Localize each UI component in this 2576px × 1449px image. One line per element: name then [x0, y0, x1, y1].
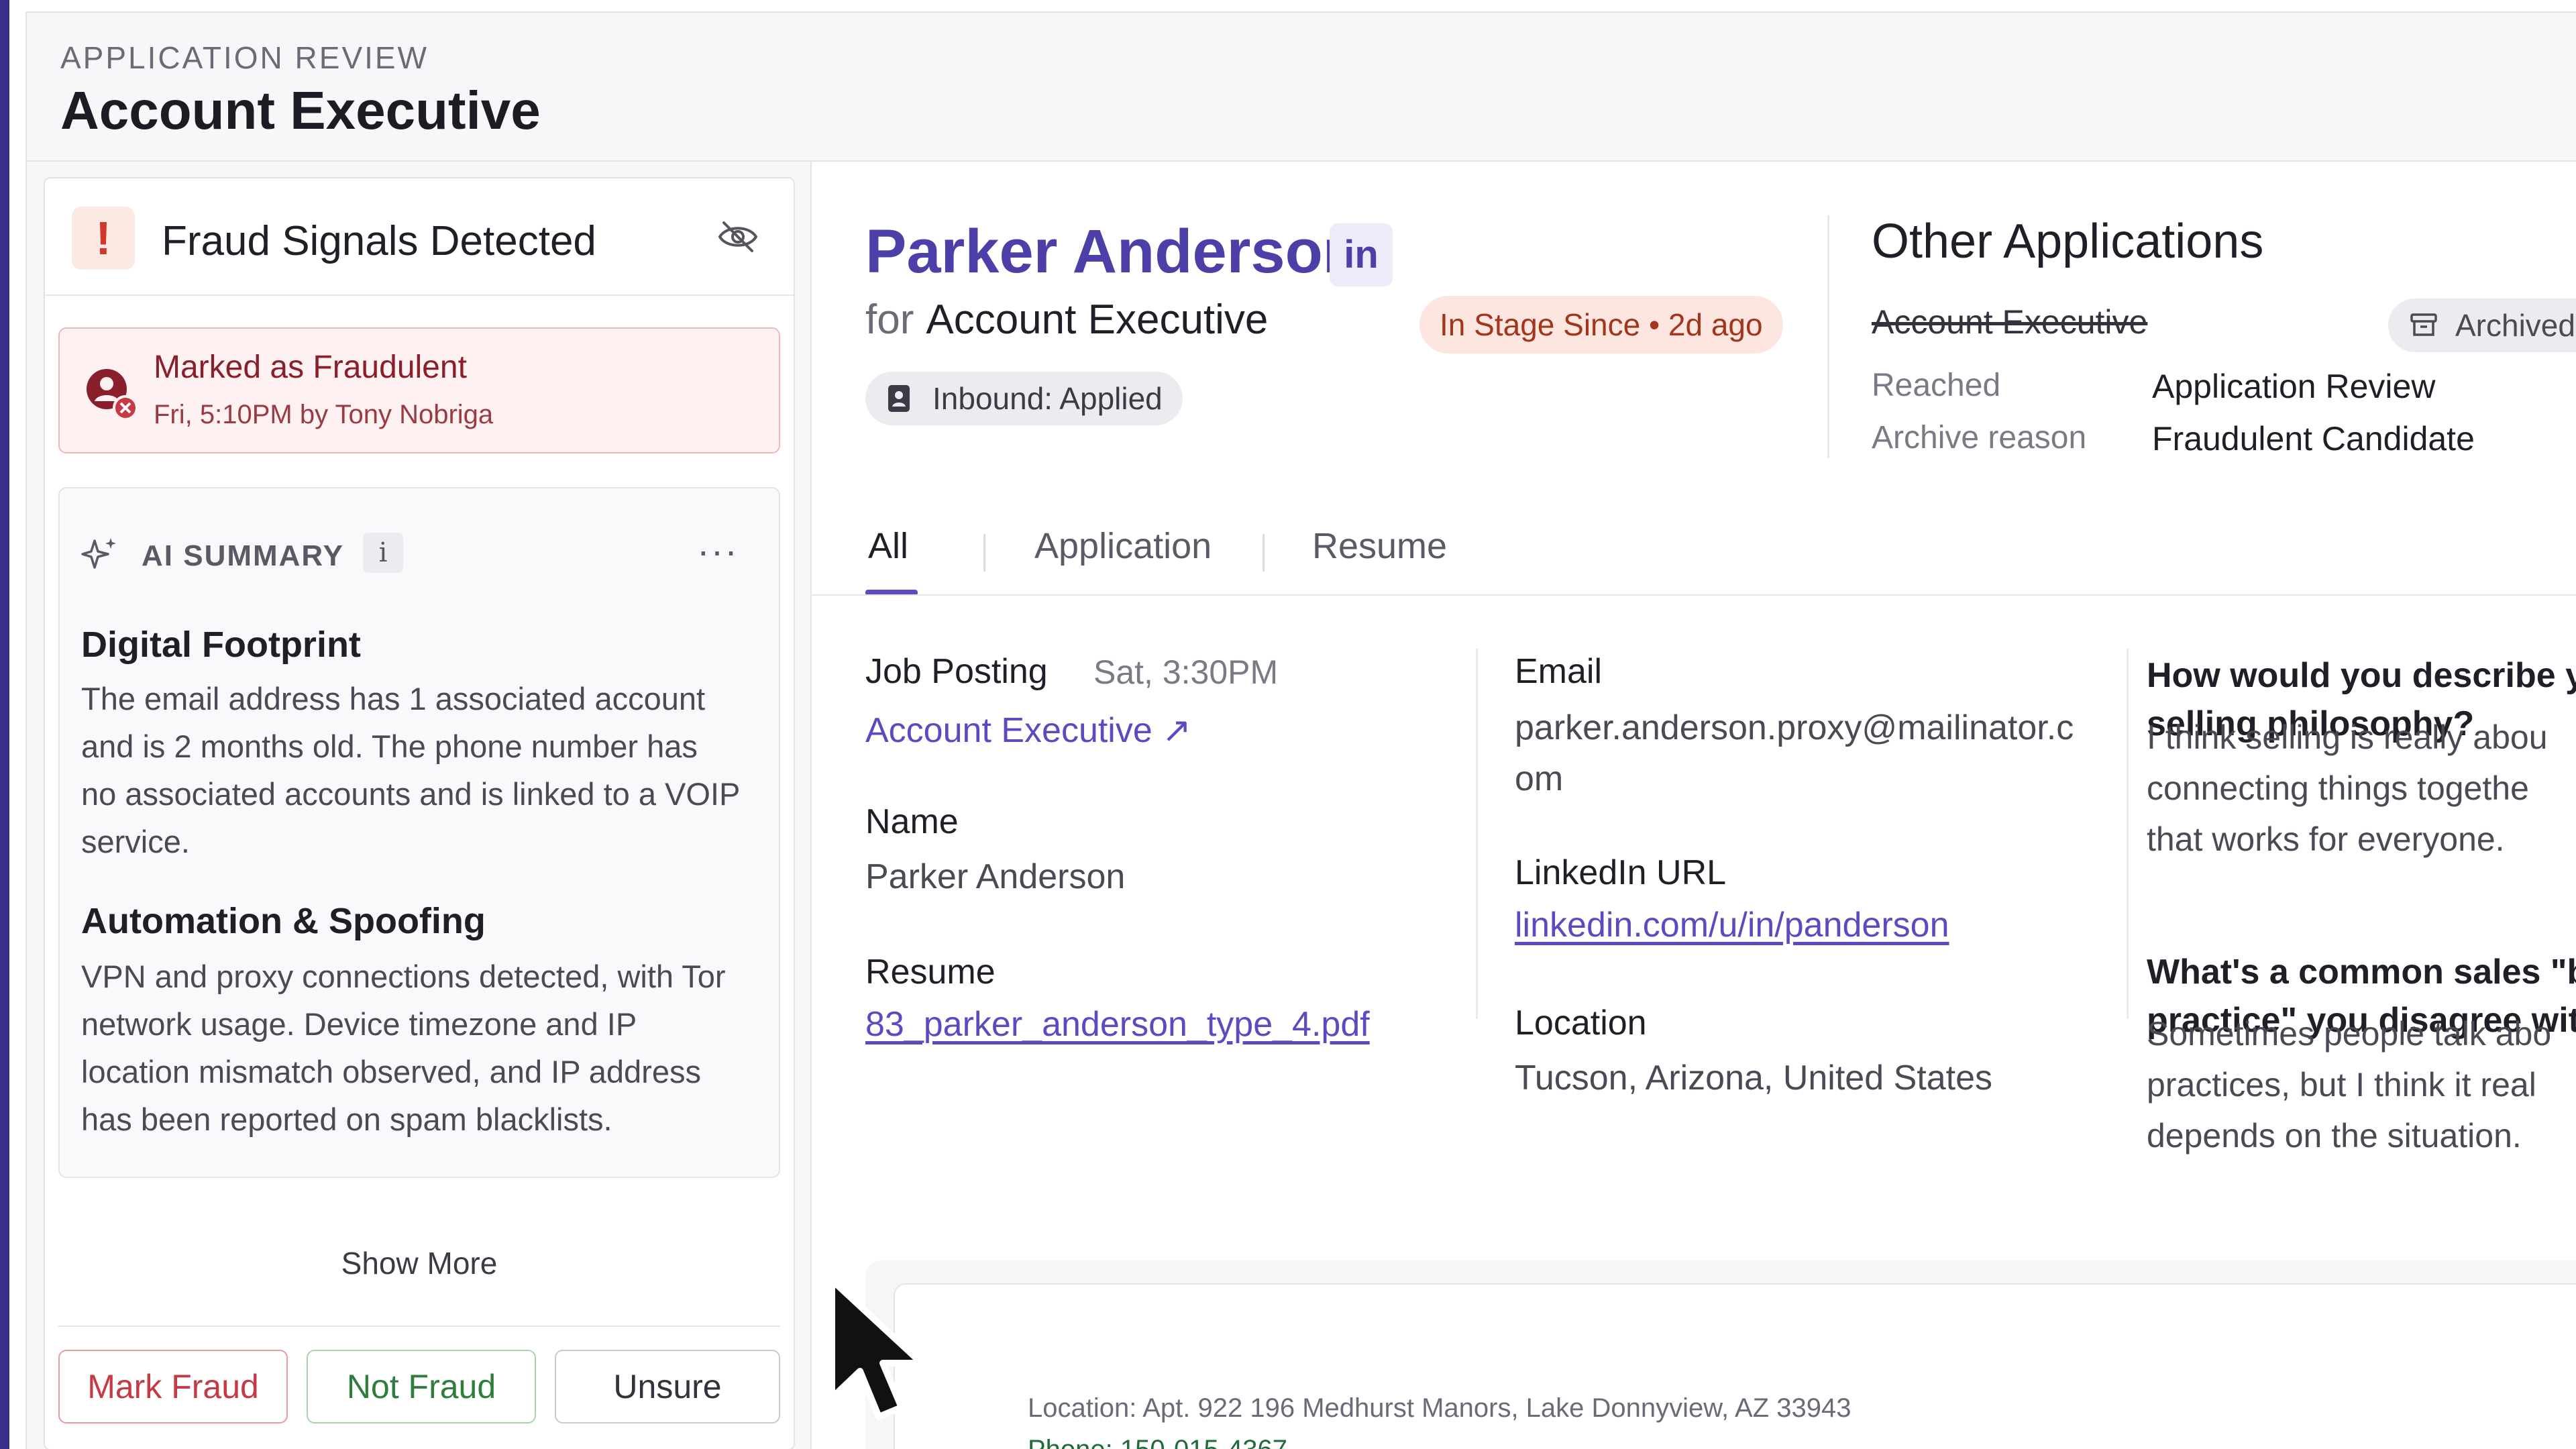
tab-separator	[1263, 534, 1265, 572]
tab-all[interactable]: All	[868, 525, 908, 567]
tabs-divider	[812, 594, 2576, 596]
sidebar-gap	[9, 0, 25, 1449]
tab-separator	[983, 534, 985, 572]
warning-icon: !	[72, 207, 135, 270]
sparkle-icon	[81, 538, 116, 569]
more-options-icon[interactable]: ···	[697, 529, 739, 572]
email-label: Email	[1515, 652, 1603, 691]
divider	[58, 1326, 780, 1327]
reached-label: Reached	[1872, 368, 2001, 403]
not-fraud-button[interactable]: Not Fraud	[307, 1350, 536, 1424]
source-badge-label: Inbound: Applied	[932, 381, 1163, 416]
divider	[1827, 215, 1829, 458]
user-blocked-icon	[87, 369, 138, 421]
marked-title: Marked as Fraudulent	[154, 350, 467, 385]
linkedin-icon[interactable]: in	[1330, 223, 1393, 286]
resume-label: Resume	[865, 953, 996, 991]
unsure-button[interactable]: Unsure	[555, 1350, 780, 1424]
other-applications-title: Other Applications	[1872, 215, 2264, 268]
location-value: Tucson, Arizona, United States	[1515, 1059, 1993, 1097]
resume-file-link[interactable]: 83_parker_anderson_type_4.pdf	[865, 1004, 1370, 1044]
linkedin-url-link[interactable]: linkedin.com/u/in/panderson	[1515, 905, 1949, 945]
app-sidebar-edge	[0, 0, 9, 1449]
contact-card-icon	[888, 385, 910, 412]
tab-resume[interactable]: Resume	[1312, 525, 1447, 567]
resume-location-text: Location: Apt. 922 196 Medhurst Manors, …	[1028, 1393, 1851, 1423]
other-application-job[interactable]: Account Executive	[1872, 303, 2147, 341]
archived-status-label: Archived •	[2455, 308, 2576, 343]
archived-status-badge: Archived •	[2388, 299, 2576, 352]
job-posting-link[interactable]: Account Executive ↗	[865, 710, 1191, 751]
reached-value: Application Review	[2152, 368, 2436, 405]
job-posting-label: Job Posting	[865, 652, 1048, 691]
column-divider	[2127, 649, 2129, 1019]
info-icon[interactable]: i	[363, 533, 403, 573]
external-link-icon: ↗	[1162, 711, 1191, 750]
summary-section-title: Automation & Spoofing	[81, 901, 486, 941]
stage-badge: In Stage Since • 2d ago	[1419, 296, 1783, 354]
summary-section-body: The email address has 1 associated accou…	[81, 681, 741, 859]
ai-summary-label: AI SUMMARY	[142, 539, 344, 572]
summary-section-body: VPN and proxy connections detected, with…	[81, 959, 726, 1137]
name-label: Name	[865, 802, 959, 841]
ai-summary-card: AI SUMMARY i ··· Digital Footprint The e…	[58, 487, 780, 1178]
job-posting-time: Sat, 3:30PM	[1093, 653, 1279, 691]
candidate-name[interactable]: Parker Anderson	[865, 217, 1360, 287]
page-header: APPLICATION REVIEW Account Executive	[27, 13, 2576, 162]
resume-preview-page[interactable]	[894, 1283, 2576, 1449]
question-answer: I think selling is really abou connectin…	[2147, 718, 2548, 858]
question-answer: Sometimes people talk abo practices, but…	[2147, 1015, 2552, 1155]
eye-off-icon[interactable]	[717, 219, 759, 255]
location-label: Location	[1515, 1004, 1647, 1042]
source-badge: Inbound: Applied	[865, 372, 1183, 425]
candidate-job-line: for Account Executive	[865, 296, 1268, 343]
fraud-panel-title: Fraud Signals Detected	[162, 218, 596, 264]
archive-icon	[2410, 313, 2437, 336]
page-title: Account Executive	[60, 80, 541, 140]
name-value: Parker Anderson	[865, 857, 1126, 896]
mouse-pointer-icon	[828, 1277, 925, 1420]
candidate-job: Account Executive	[926, 297, 1269, 343]
for-label: for	[865, 297, 914, 343]
resume-phone-text: Phone: 150-015-4367	[1028, 1435, 1287, 1449]
archive-reason-value: Fraudulent Candidate	[2152, 420, 2475, 458]
column-divider	[1476, 649, 1478, 1019]
summary-section-title: Digital Footprint	[81, 625, 361, 665]
marked-fraudulent-notice: Marked as Fraudulent Fri, 5:10PM by Tony…	[58, 327, 780, 453]
application-review-page: APPLICATION REVIEW Account Executive ! F…	[25, 11, 2576, 1449]
tab-application[interactable]: Application	[1034, 525, 1212, 567]
fraud-panel-header: ! Fraud Signals Detected	[45, 178, 794, 296]
linkedin-label: LinkedIn URL	[1515, 853, 1727, 892]
candidate-detail: Parker Anderson in for Account Executive …	[810, 162, 2576, 1449]
email-value[interactable]: parker.anderson.proxy@mailinator.c om	[1515, 702, 2074, 804]
fraud-signals-panel: ! Fraud Signals Detected Marked as Fraud…	[44, 177, 795, 1449]
show-more-button[interactable]: Show More	[45, 1245, 794, 1281]
page-eyebrow: APPLICATION REVIEW	[60, 40, 429, 75]
marked-subtitle: Fri, 5:10PM by Tony Nobriga	[154, 400, 494, 429]
archive-reason-label: Archive reason	[1872, 420, 2087, 455]
mark-fraud-button[interactable]: Mark Fraud	[58, 1350, 288, 1424]
